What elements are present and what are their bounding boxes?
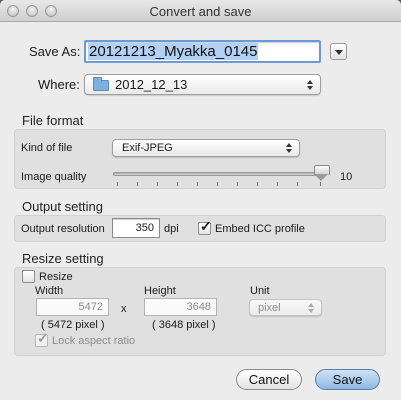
image-quality-slider[interactable] [113,172,327,176]
slider-tick [237,182,238,186]
lock-aspect-ratio-checkbox[interactable]: ✓ [35,330,49,347]
window-title: Convert and save [149,4,252,19]
resize-setting-title: Resize setting [22,251,104,266]
resize-label: Resize [39,271,73,283]
kind-of-file-value: Exif-JPEG [122,142,173,154]
slider-tick [197,182,198,186]
save-button[interactable]: Save [315,369,380,390]
convert-and-save-dialog: Convert and save Save As: 20121213_Myakk… [0,0,401,400]
slider-tick [257,182,258,186]
save-as-input[interactable]: 20121213_Myakka_0145 [84,40,321,63]
height-pixel-note: ( 3648 pixel ) [152,319,216,331]
title-bar: Convert and save [0,0,401,22]
slider-tick [297,182,298,186]
where-value: 2012_12_13 [115,77,188,92]
output-resolution-input[interactable]: 350 [112,218,160,238]
expand-browser-button[interactable] [330,43,347,60]
unit-label: Unit [250,285,270,297]
resolution-unit-label: dpi [164,223,179,235]
height-label: Height [144,285,176,297]
where-folder-popup[interactable]: 2012_12_13 [84,74,321,95]
width-input[interactable]: 5472 [36,298,109,316]
slider-tick [320,182,321,186]
width-pixel-note: ( 5472 pixel ) [41,319,105,331]
slider-tick [217,182,218,186]
slider-tick [117,182,118,186]
output-setting-title: Output setting [22,199,103,214]
folder-icon [93,77,109,91]
embed-icc-label: Embed ICC profile [215,223,305,235]
checkmark-icon: ✓ [200,218,212,234]
lock-aspect-ratio-label: Lock aspect ratio [52,335,136,347]
unit-popup[interactable]: pixel [249,299,322,316]
popup-arrows-icon [308,302,315,313]
popup-arrows-icon [286,143,293,153]
slider-tick [277,182,278,186]
height-input[interactable]: 3648 [144,298,217,316]
resize-checkbox[interactable] [22,270,35,283]
file-format-title: File format [22,113,84,128]
save-as-label: Save As: [29,44,81,59]
image-quality-label: Image quality [21,171,87,183]
slider-tick [137,182,138,186]
where-label: Where: [38,77,80,92]
times-sign: x [121,303,127,315]
cancel-button[interactable]: Cancel [236,369,302,390]
embed-icc-checkbox[interactable]: ✓ [198,218,212,235]
slider-tick [157,182,158,186]
checkmark-icon: ✓ [37,330,49,346]
popup-arrows-icon [307,79,314,90]
output-resolution-label: Output resolution [21,223,105,235]
save-as-value: 20121213_Myakka_0145 [88,43,259,60]
unit-value: pixel [258,302,281,314]
slider-tick [177,182,178,186]
kind-of-file-label: Kind of file [21,142,73,154]
image-quality-value: 10 [340,171,353,183]
width-label: Width [35,285,64,297]
image-quality-slider-thumb[interactable] [314,165,330,181]
kind-of-file-popup[interactable]: Exif-JPEG [112,139,300,157]
